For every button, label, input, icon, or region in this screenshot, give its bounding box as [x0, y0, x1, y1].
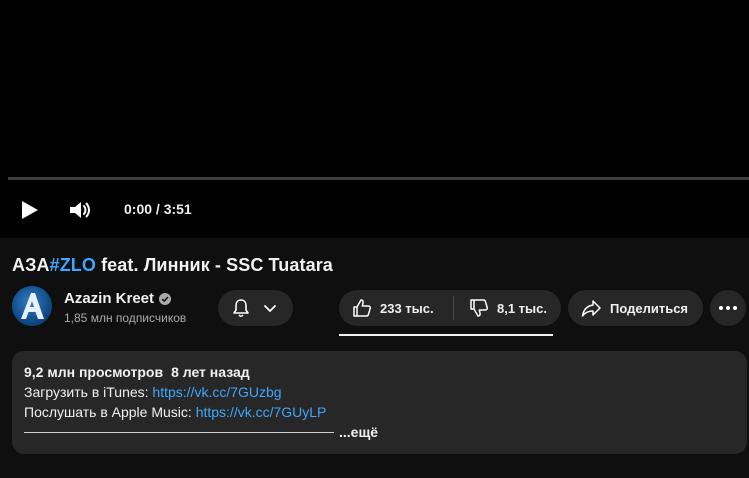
like-divider: [453, 296, 454, 320]
more-icon: [718, 305, 738, 311]
apple-music-link[interactable]: https://vk.cc/7GUyLP: [196, 404, 327, 420]
itunes-label: Загрузить в iTunes:: [24, 384, 153, 400]
apple-music-line: Послушать в Apple Music: https://vk.cc/7…: [24, 404, 326, 420]
notification-button[interactable]: [218, 290, 293, 326]
view-count: 9,2 млн просмотров: [24, 364, 164, 380]
like-dislike-group: 233 тыс. 8,1 тыс.: [339, 290, 561, 326]
subscriber-count: 1,85 млн подписчиков: [64, 311, 187, 325]
share-label: Поделиться: [610, 300, 689, 316]
view-stats: 9,2 млн просмотров 8 лет назад: [24, 364, 250, 380]
show-more-link[interactable]: ...ещё: [339, 424, 378, 440]
time-display: 0:00 / 3:51: [124, 201, 192, 217]
dislike-icon: [468, 297, 490, 319]
upload-date: 8 лет назад: [171, 364, 250, 380]
more-actions-button[interactable]: [710, 290, 746, 326]
channel-name[interactable]: Azazin Kreet: [64, 290, 154, 307]
like-count: 233 тыс.: [380, 300, 434, 316]
volume-icon[interactable]: [67, 197, 93, 223]
dislike-count: 8,1 тыс.: [497, 300, 547, 316]
channel-name-row: Azazin Kreet: [64, 290, 172, 307]
title-prefix: АЗА: [12, 255, 50, 275]
channel-avatar[interactable]: [12, 286, 52, 326]
like-underline: [339, 334, 553, 336]
title-hashtag-link[interactable]: #ZLO: [50, 255, 96, 275]
like-icon: [351, 297, 373, 319]
description-truncated-line: ...ещё: [24, 424, 378, 440]
verified-icon: [159, 292, 172, 305]
share-button[interactable]: Поделиться: [568, 290, 703, 326]
bell-icon: [230, 297, 252, 319]
itunes-line: Загрузить в iTunes: https://vk.cc/7GUzbg: [24, 384, 282, 400]
progress-bar[interactable]: [8, 177, 749, 180]
separator-line: [24, 431, 334, 433]
title-rest: feat. Линник - SSC Tuatara: [95, 255, 333, 275]
like-button[interactable]: 233 тыс.: [339, 290, 451, 326]
video-player[interactable]: 0:00 / 3:51: [0, 0, 749, 238]
description-box[interactable]: 9,2 млн просмотров 8 лет назад Загрузить …: [12, 351, 747, 454]
play-icon[interactable]: [18, 198, 42, 222]
dislike-button[interactable]: 8,1 тыс.: [456, 290, 547, 326]
chevron-down-icon: [262, 300, 278, 316]
share-icon: [580, 297, 602, 319]
video-title: АЗА#ZLO feat. Линник - SSC Tuatara: [12, 255, 333, 276]
itunes-link[interactable]: https://vk.cc/7GUzbg: [152, 384, 281, 400]
apple-music-label: Послушать в Apple Music:: [24, 404, 196, 420]
